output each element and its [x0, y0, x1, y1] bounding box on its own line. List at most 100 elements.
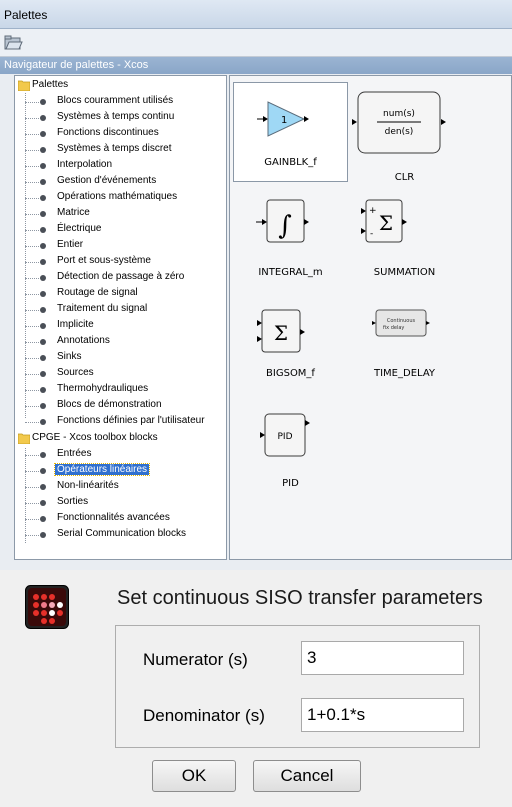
bullet-icon [40, 339, 46, 345]
tree-item-serial-communication[interactable]: Serial Communication blocks [15, 527, 226, 543]
block-bigsom-f[interactable]: Σ BIGSOM_f [233, 302, 348, 402]
bullet-icon [40, 516, 46, 522]
block-grid-panel: 1 GAINBLK_f num(s) den(s) CLR ∫ INTEGRAL… [229, 75, 512, 560]
tree-item-operations-math[interactable]: Opérations mathématiques [15, 190, 226, 206]
tree-item-sinks[interactable]: Sinks [15, 350, 226, 366]
folder-open-icon[interactable] [3, 33, 23, 53]
dialog-parameters-box: Numerator (s) 3 Denominator (s) 1+0.1*s [115, 625, 480, 748]
bullet-icon [40, 323, 46, 329]
time-delay-block-icon: Continuous fix delay [372, 309, 430, 337]
tree-item-annotations[interactable]: Annotations [15, 334, 226, 350]
block-label-integral-m: INTEGRAL_m [258, 267, 323, 278]
tree-item-entier[interactable]: Entier [15, 238, 226, 254]
tree-item-fonctions-discontinues[interactable]: Fonctions discontinues [15, 126, 226, 142]
tree-node-palettes[interactable]: Palettes [15, 78, 226, 94]
bullet-icon [40, 291, 46, 297]
tree-item-blocs-courants[interactable]: Blocs couramment utilisés [15, 94, 226, 110]
window-title: Palettes [4, 8, 48, 22]
bullet-icon [40, 211, 46, 217]
tree-node-label: Palettes [32, 79, 69, 90]
toolbar [0, 29, 512, 57]
bullet-icon [40, 179, 46, 185]
tree-node-cpge[interactable]: CPGE - Xcos toolbox blocks [15, 431, 226, 447]
block-gainblk-f[interactable]: 1 GAINBLK_f [233, 82, 348, 182]
navigator-header: Navigateur de palettes - Xcos [0, 57, 512, 74]
bullet-icon [40, 115, 46, 121]
tree-item-thermohydrauliques[interactable]: Thermohydrauliques [15, 382, 226, 398]
bullet-icon [40, 355, 46, 361]
summation-block-icon: + - Σ [361, 199, 407, 243]
tree-item-sources[interactable]: Sources [15, 366, 226, 382]
tree-item-non-linearites[interactable]: Non-linéarités [15, 479, 226, 495]
palette-tree-panel[interactable]: Palettes Blocs couramment utilisés Systè… [14, 75, 227, 560]
bullet-icon [40, 275, 46, 281]
tree-item-entrees[interactable]: Entrées [15, 447, 226, 463]
bullet-icon [40, 307, 46, 313]
tree-item-port-sous-systeme[interactable]: Port et sous-système [15, 254, 226, 270]
tree-item-demonstration[interactable]: Blocs de démonstration [15, 398, 226, 414]
block-time-delay[interactable]: Continuous fix delay TIME_DELAY [347, 302, 462, 402]
tree-node-label: CPGE - Xcos toolbox blocks [32, 432, 158, 443]
dialog-title: Set continuous SISO transfer parameters [117, 587, 483, 609]
ok-button[interactable]: OK [152, 760, 236, 792]
block-label-clr: CLR [394, 172, 415, 183]
block-label-bigsom-f: BIGSOM_f [266, 368, 315, 379]
block-pid[interactable]: PID PID [233, 406, 348, 506]
block-clr[interactable]: num(s) den(s) CLR [347, 82, 462, 183]
palette-browser-screenshot: Palettes Navigateur de palettes - Xcos P… [0, 0, 512, 807]
bullet-icon [40, 163, 46, 169]
window-titlebar: Palettes [0, 0, 512, 29]
tree-item-routage-signal[interactable]: Routage de signal [15, 286, 226, 302]
tree-item-operateurs-lineaires[interactable]: Opérateurs linéaires [15, 463, 226, 479]
gain-glyph: 1 [281, 115, 287, 126]
block-label-gainblk-f: GAINBLK_f [264, 157, 317, 168]
tree-item-matrice[interactable]: Matrice [15, 206, 226, 222]
transfer-function-icon: num(s) den(s) [352, 91, 446, 154]
integral-glyph: ∫ [278, 211, 292, 241]
summation-plus-glyph: + [369, 206, 377, 216]
navigator-content: Palettes Blocs couramment utilisés Systè… [0, 74, 512, 570]
block-integral-m[interactable]: ∫ INTEGRAL_m [233, 192, 348, 292]
bullet-icon [40, 195, 46, 201]
denominator-label: Denominator (s) [143, 706, 265, 725]
tree-item-temps-continu[interactable]: Systèmes à temps continu [15, 110, 226, 126]
bullet-icon [40, 500, 46, 506]
gain-block-icon: 1 [257, 101, 309, 137]
bigsom-sigma-glyph: Σ [274, 321, 288, 345]
tree-item-fonctionnalites-avancees[interactable]: Fonctionnalités avancées [15, 511, 226, 527]
block-label-summation: SUMMATION [373, 267, 436, 278]
bullet-icon [40, 259, 46, 265]
tree-item-temps-discret[interactable]: Systèmes à temps discret [15, 142, 226, 158]
tree-item-interpolation[interactable]: Interpolation [15, 158, 226, 174]
bullet-icon [40, 403, 46, 409]
denominator-field[interactable]: 1+0.1*s [301, 698, 464, 732]
tree-item-sorties[interactable]: Sorties [15, 495, 226, 511]
pid-block-icon: PID [260, 413, 310, 457]
bigsom-block-icon: Σ [257, 309, 305, 353]
block-summation[interactable]: + - Σ SUMMATION [347, 192, 462, 292]
summation-minus-glyph: - [370, 229, 373, 239]
integral-block-icon: ∫ [256, 199, 309, 243]
cancel-button[interactable]: Cancel [253, 760, 361, 792]
transfer-parameters-dialog: Set continuous SISO transfer parameters … [0, 570, 512, 807]
folder-icon [18, 80, 30, 91]
tree-item-passage-zero[interactable]: Détection de passage à zéro [15, 270, 226, 286]
bullet-icon [40, 468, 46, 474]
tree-item-evenements[interactable]: Gestion d'événements [15, 174, 226, 190]
navigator-title: Navigateur de palettes - Xcos [4, 59, 149, 71]
tree-item-electrique[interactable]: Électrique [15, 222, 226, 238]
time-delay-glyph-line1: Continuous [387, 318, 416, 324]
tree-item-traitement-signal[interactable]: Traitement du signal [15, 302, 226, 318]
bullet-icon [40, 99, 46, 105]
bullet-icon [40, 452, 46, 458]
tree-item-fonctions-utilisateur[interactable]: Fonctions définies par l'utilisateur [15, 414, 226, 430]
numerator-field[interactable]: 3 [301, 641, 464, 675]
bullet-icon [40, 484, 46, 490]
pid-glyph: PID [277, 432, 292, 442]
clr-numerator-glyph: num(s) [383, 109, 415, 119]
bullet-icon [40, 227, 46, 233]
tree-item-implicite[interactable]: Implicite [15, 318, 226, 334]
folder-icon [18, 433, 30, 444]
time-delay-glyph-line2: fix delay [383, 325, 404, 331]
bullet-icon [40, 387, 46, 393]
